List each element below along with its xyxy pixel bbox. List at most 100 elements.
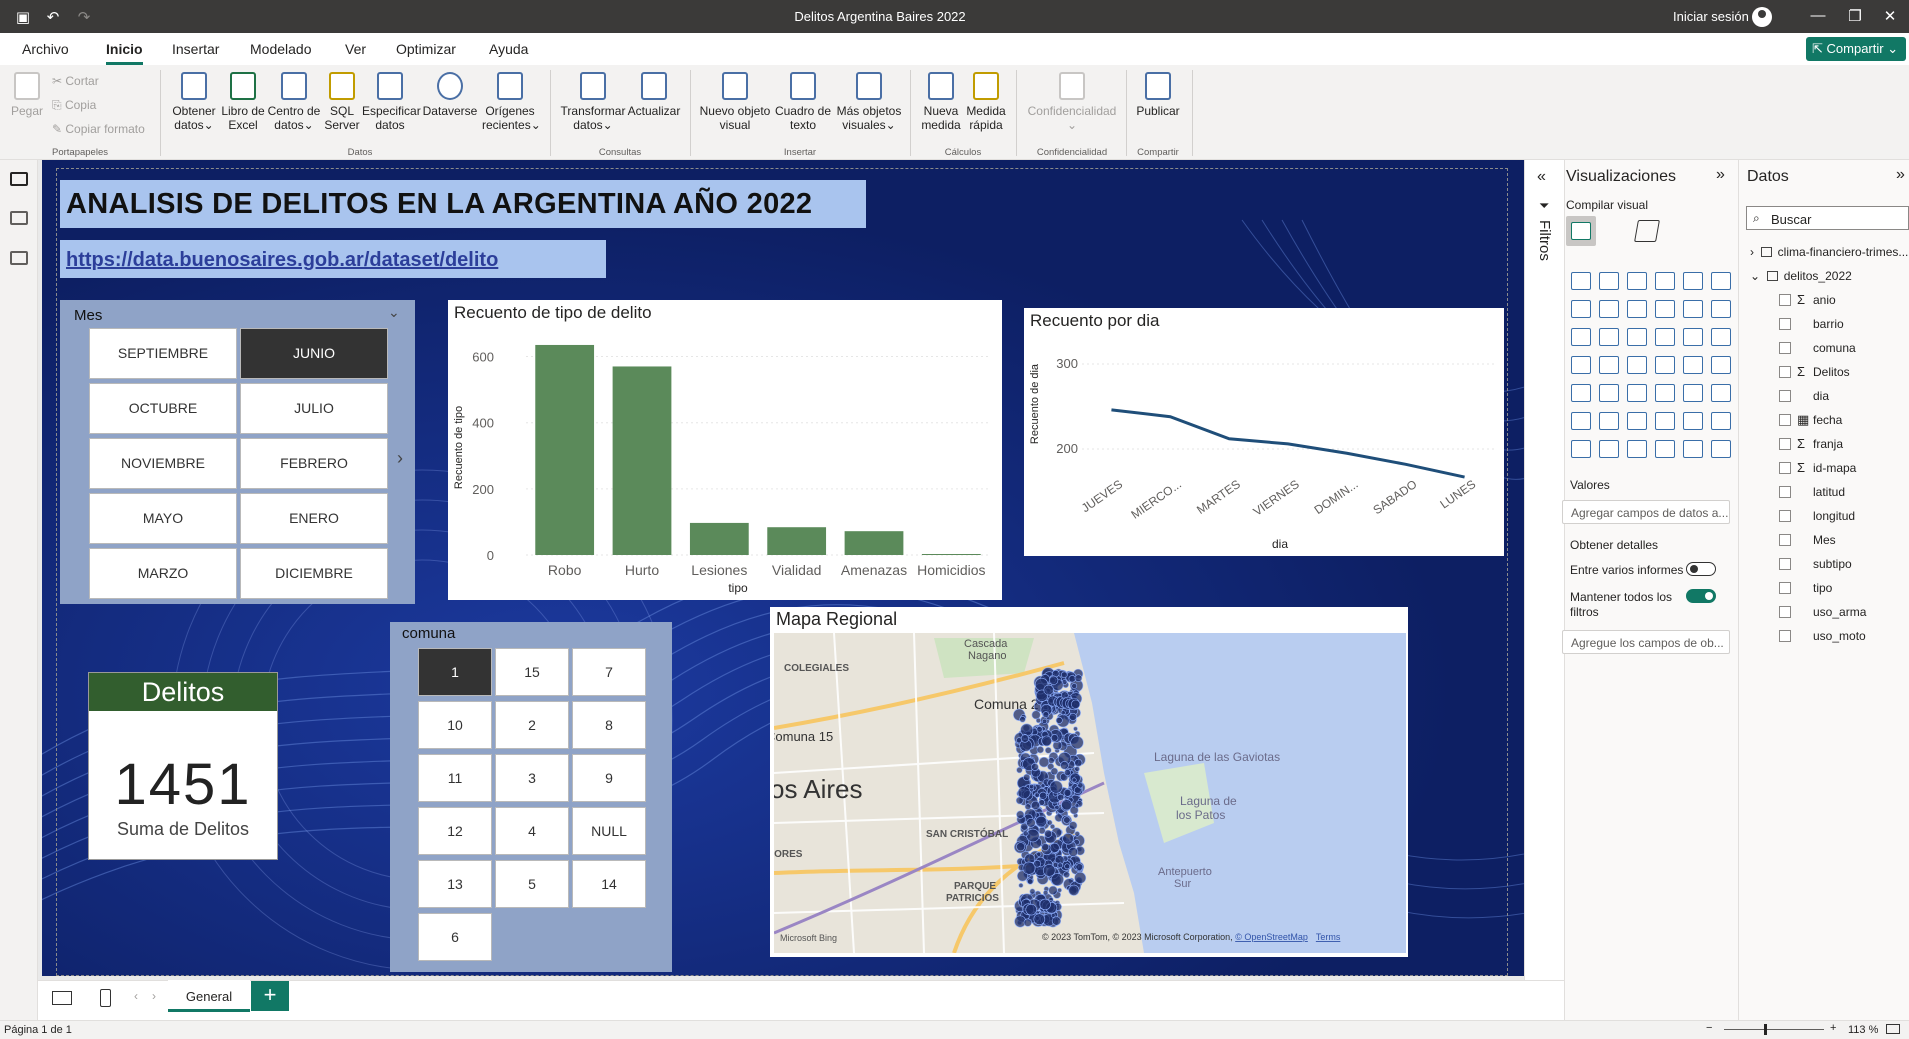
next-page-icon[interactable]: ›: [152, 989, 156, 1003]
map-bubble[interactable]: [1040, 783, 1046, 789]
map-bubble[interactable]: [1016, 766, 1023, 774]
map-bubble[interactable]: [1028, 784, 1035, 790]
map-bubble[interactable]: [1022, 861, 1036, 875]
add-page-button[interactable]: +: [251, 981, 289, 1011]
map-bubble[interactable]: [1050, 734, 1059, 742]
field-checkbox[interactable]: [1779, 318, 1791, 330]
visual-type-icon[interactable]: [1683, 328, 1703, 346]
map-bubble[interactable]: [1029, 888, 1036, 895]
signin-link[interactable]: Iniciar sesión: [1673, 9, 1749, 24]
comuna-option[interactable]: NULL: [572, 807, 646, 855]
refresh-button[interactable]: Actualizar: [626, 72, 682, 118]
comuna-option[interactable]: 10: [418, 701, 492, 749]
map-card[interactable]: Mapa Regional Cascada Nagano COLEGIALES …: [770, 607, 1408, 957]
page-tab-general[interactable]: General: [168, 980, 250, 1012]
collapse-data-icon[interactable]: »: [1896, 166, 1905, 184]
filters-pane[interactable]: « ⏷ Filtros: [1524, 160, 1564, 980]
map-bubble[interactable]: [1033, 913, 1046, 926]
comuna-option[interactable]: 1: [418, 648, 492, 696]
bar[interactable]: [767, 527, 827, 555]
visual-type-icon[interactable]: [1599, 272, 1619, 290]
bar[interactable]: [844, 531, 904, 555]
tab-ver[interactable]: Ver: [345, 41, 366, 57]
map-bubble[interactable]: [1074, 758, 1083, 767]
map-bubble[interactable]: [1035, 717, 1042, 724]
map-bubble[interactable]: [1064, 769, 1071, 777]
map-bubble[interactable]: [1055, 716, 1063, 724]
visual-type-icon[interactable]: [1571, 440, 1591, 458]
map-canvas[interactable]: Cascada Nagano COLEGIALES Comuna 2 Comun…: [774, 633, 1406, 953]
map-bubble[interactable]: [1036, 726, 1043, 733]
comuna-option[interactable]: 13: [418, 860, 492, 908]
map-bubble[interactable]: [1043, 890, 1049, 896]
map-bubble[interactable]: [1054, 804, 1060, 810]
transform-data-button[interactable]: Transformar datos⌄: [558, 72, 628, 132]
mes-option[interactable]: SEPTIEMBRE: [89, 328, 237, 379]
user-avatar-icon[interactable]: [1752, 7, 1772, 27]
visual-type-icon[interactable]: [1683, 384, 1703, 402]
line-chart-card[interactable]: Recuento por dia 200 300 JUEVES MIERCO... MA…: [1024, 308, 1504, 556]
map-bubble[interactable]: [1074, 766, 1080, 772]
visual-type-icon[interactable]: [1571, 356, 1591, 374]
zoom-thumb[interactable]: [1764, 1024, 1767, 1035]
field-checkbox[interactable]: [1779, 366, 1791, 378]
field-checkbox[interactable]: [1779, 462, 1791, 474]
cross-report-toggle[interactable]: [1686, 562, 1716, 576]
visual-type-icon[interactable]: [1655, 384, 1675, 402]
map-bubble[interactable]: [1016, 842, 1026, 852]
field-checkbox[interactable]: [1779, 630, 1791, 642]
visual-type-icon[interactable]: [1627, 384, 1647, 402]
map-bubble[interactable]: [1068, 675, 1076, 683]
report-view-icon[interactable]: [10, 172, 28, 186]
map-bubble[interactable]: [1068, 884, 1080, 896]
map-bubble[interactable]: [1061, 799, 1073, 811]
map-bubble[interactable]: [1051, 873, 1064, 886]
data-search-box[interactable]: ⌕ Buscar: [1746, 206, 1909, 230]
map-bubble[interactable]: [1071, 777, 1077, 783]
tab-optimizar[interactable]: Optimizar: [396, 41, 456, 57]
visual-type-icon[interactable]: [1627, 328, 1647, 346]
osm-link[interactable]: © OpenStreetMap: [1235, 932, 1308, 942]
field-checkbox[interactable]: [1779, 606, 1791, 618]
comuna-option[interactable]: 5: [495, 860, 569, 908]
report-title-box[interactable]: ANALISIS DE DELITOS EN LA ARGENTINA AÑO …: [60, 180, 866, 228]
map-bubble[interactable]: [1026, 828, 1040, 843]
map-bubble[interactable]: [1050, 767, 1059, 776]
map-bubble[interactable]: [1074, 803, 1080, 809]
map-bubble[interactable]: [1068, 847, 1079, 857]
map-bubble[interactable]: [1051, 916, 1062, 926]
line-series[interactable]: [1111, 408, 1465, 479]
map-bubble[interactable]: [1071, 683, 1078, 689]
map-bubble[interactable]: [1016, 810, 1025, 819]
sql-server-button[interactable]: SQL Server: [324, 72, 360, 132]
new-measure-button[interactable]: Nueva medida: [918, 72, 964, 132]
comuna-option[interactable]: 8: [572, 701, 646, 749]
map-bubble[interactable]: [1034, 792, 1040, 798]
map-bubble[interactable]: [1063, 816, 1071, 824]
values-well[interactable]: Agregar campos de datos a...: [1562, 500, 1730, 524]
map-bubble[interactable]: [1025, 903, 1037, 916]
zoom-in-icon[interactable]: +: [1830, 1022, 1836, 1034]
quick-measure-button[interactable]: Medida rápida: [964, 72, 1008, 132]
map-bubble[interactable]: [1017, 786, 1031, 800]
map-bubble[interactable]: [1031, 763, 1039, 771]
collapse-visualizations-icon[interactable]: »: [1716, 166, 1725, 184]
map-bubble[interactable]: [1074, 831, 1080, 837]
visual-type-icon[interactable]: [1627, 440, 1647, 458]
terms-link[interactable]: Terms: [1316, 932, 1341, 942]
more-visuals-button[interactable]: Más objetos visuales⌄: [834, 72, 904, 132]
visual-type-icon[interactable]: [1571, 412, 1591, 430]
map-bubble[interactable]: [1063, 871, 1070, 879]
map-bubble[interactable]: [1060, 671, 1068, 679]
map-bubble[interactable]: [1057, 862, 1063, 869]
map-bubble[interactable]: [1048, 757, 1055, 764]
visual-type-icon[interactable]: [1599, 384, 1619, 402]
field-checkbox[interactable]: [1779, 438, 1791, 450]
cut-button[interactable]: ✂ Cortar: [52, 74, 99, 88]
comuna-option[interactable]: 9: [572, 754, 646, 802]
map-bubble[interactable]: [1039, 898, 1051, 911]
map-bubble[interactable]: [1060, 761, 1069, 770]
map-bubble[interactable]: [1057, 887, 1062, 893]
visual-type-icon[interactable]: [1711, 440, 1731, 458]
map-bubble[interactable]: [1027, 878, 1034, 885]
